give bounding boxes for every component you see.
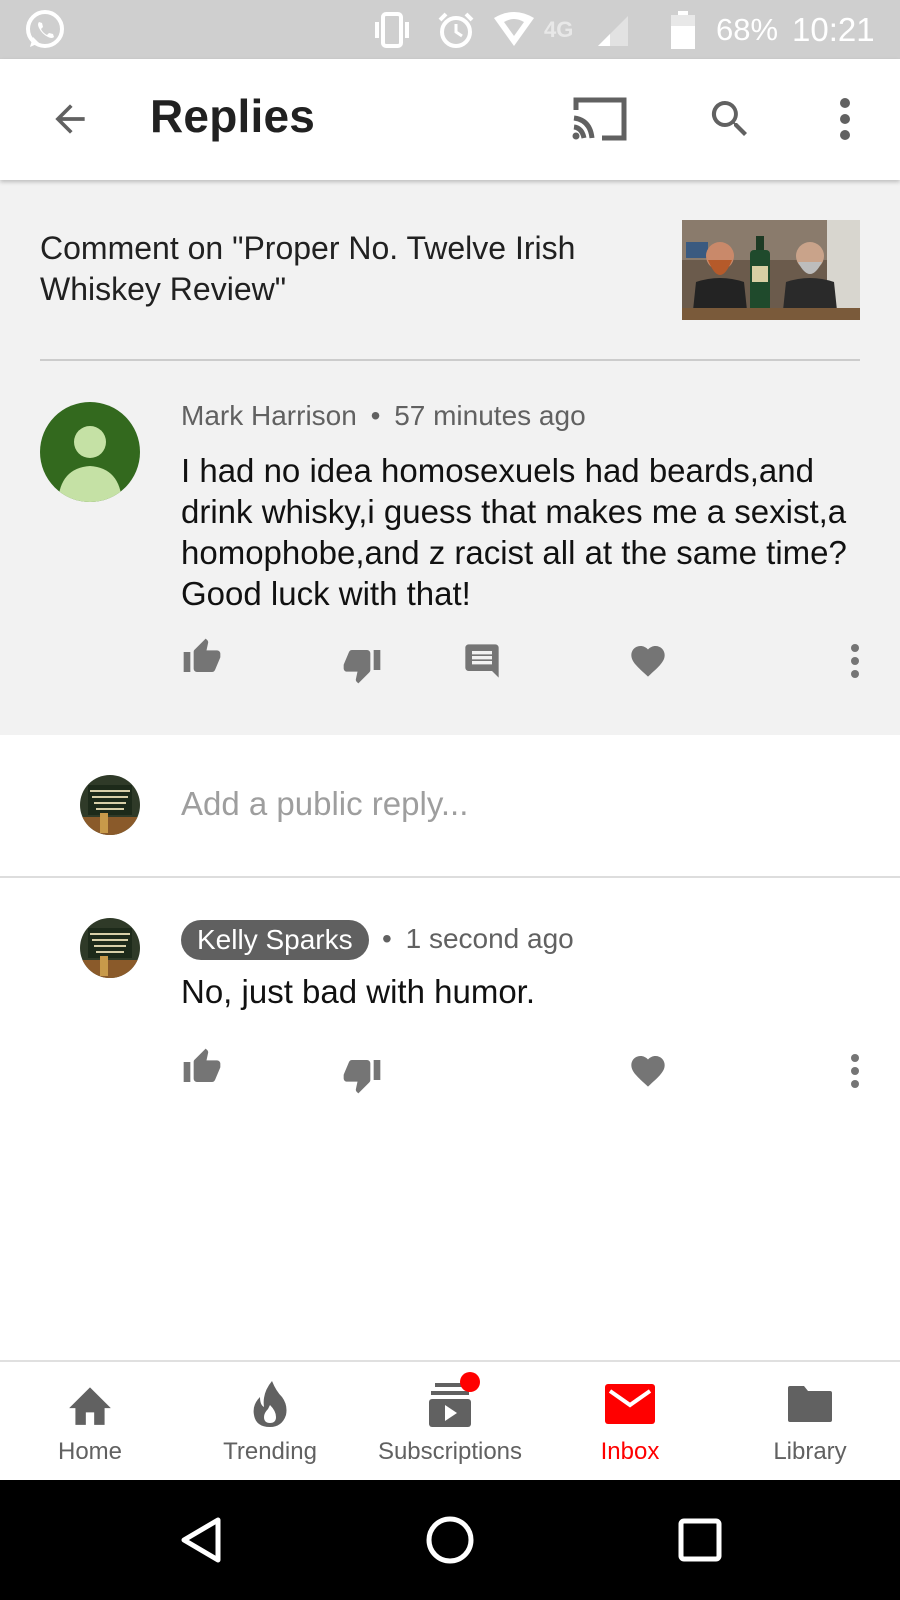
reply-author-avatar[interactable] bbox=[80, 918, 140, 978]
comment-more-icon[interactable] bbox=[830, 636, 880, 686]
system-recents-icon[interactable] bbox=[640, 1480, 760, 1600]
nav-label: Home bbox=[57, 1438, 123, 1465]
like-icon[interactable] bbox=[176, 632, 228, 682]
dislike-icon[interactable] bbox=[336, 1050, 388, 1100]
parent-comment-section: Comment on "Proper No. Twelve Irish Whis… bbox=[0, 180, 900, 735]
heart-icon[interactable] bbox=[622, 1046, 674, 1096]
notification-badge bbox=[460, 1372, 480, 1392]
home-icon bbox=[0, 1378, 180, 1430]
alarm-icon bbox=[436, 0, 476, 59]
nav-home[interactable]: Home bbox=[0, 1362, 180, 1480]
back-arrow-icon[interactable] bbox=[30, 79, 110, 159]
signal-icon bbox=[596, 0, 630, 59]
video-thumbnail[interactable] bbox=[682, 220, 860, 320]
reply-input-row bbox=[0, 735, 900, 877]
nav-library[interactable]: Library bbox=[720, 1362, 900, 1480]
whatsapp-icon bbox=[22, 0, 68, 59]
app-bar: Replies bbox=[0, 59, 900, 180]
reply-comment-icon[interactable] bbox=[456, 636, 508, 686]
reply-meta: • 1 second ago bbox=[382, 923, 574, 955]
battery-icon bbox=[670, 0, 696, 59]
library-folder-icon bbox=[720, 1378, 900, 1430]
comment-author[interactable]: Mark Harrison bbox=[181, 400, 357, 431]
battery-percent: 68% bbox=[716, 11, 779, 47]
nav-subscriptions[interactable]: Subscriptions bbox=[360, 1362, 540, 1480]
page-title: Replies bbox=[150, 90, 316, 142]
reply-input[interactable] bbox=[181, 781, 841, 827]
meta-separator: • bbox=[370, 400, 381, 431]
dislike-icon[interactable] bbox=[336, 640, 388, 690]
reply-more-icon[interactable] bbox=[830, 1046, 880, 1096]
status-bar: 4G 68% 10:21 bbox=[0, 0, 900, 59]
inbox-icon bbox=[540, 1378, 720, 1430]
system-navigation-bar bbox=[0, 1480, 900, 1600]
reply-time: 1 second ago bbox=[405, 923, 574, 954]
reply-text: No, just bad with humor. bbox=[181, 973, 536, 1010]
trending-flame-icon bbox=[180, 1378, 360, 1430]
comment-meta: Mark Harrison • 57 minutes ago bbox=[181, 400, 586, 432]
network-type-icon: 4G bbox=[544, 16, 574, 42]
more-vert-icon[interactable] bbox=[810, 79, 880, 159]
heart-icon[interactable] bbox=[622, 636, 674, 686]
subscriptions-icon bbox=[360, 1378, 540, 1430]
nav-inbox[interactable]: Inbox bbox=[540, 1362, 720, 1480]
wifi-icon bbox=[492, 0, 536, 59]
system-back-icon[interactable] bbox=[140, 1480, 260, 1600]
clock: 10:21 bbox=[792, 10, 875, 48]
like-icon[interactable] bbox=[176, 1042, 228, 1092]
reply-author-chip[interactable]: Kelly Sparks bbox=[181, 920, 369, 960]
nav-label: Inbox bbox=[600, 1438, 660, 1465]
reply-item: Kelly Sparks • 1 second ago No, just bad… bbox=[0, 878, 900, 1158]
cast-icon[interactable] bbox=[560, 79, 640, 159]
divider bbox=[40, 359, 860, 361]
vibrate-icon bbox=[370, 0, 414, 59]
current-user-avatar bbox=[80, 775, 140, 835]
search-icon[interactable] bbox=[690, 79, 770, 159]
comment-text: I had no idea homosexuels had beards,and… bbox=[181, 452, 847, 612]
nav-label: Subscriptions bbox=[377, 1438, 523, 1465]
nav-trending[interactable]: Trending bbox=[180, 1362, 360, 1480]
comment-time: 57 minutes ago bbox=[394, 400, 586, 431]
video-title[interactable]: Comment on "Proper No. Twelve Irish Whis… bbox=[40, 228, 640, 310]
system-home-icon[interactable] bbox=[390, 1480, 510, 1600]
avatar[interactable] bbox=[40, 402, 140, 502]
nav-label: Library bbox=[773, 1438, 847, 1465]
bottom-navigation: Home Trending Subscriptions Inbox Librar… bbox=[0, 1360, 900, 1480]
nav-label: Trending bbox=[223, 1438, 317, 1465]
meta-separator: • bbox=[382, 923, 392, 954]
